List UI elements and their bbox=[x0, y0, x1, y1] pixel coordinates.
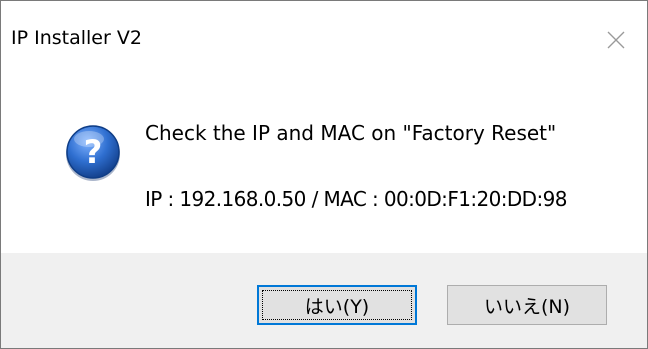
button-bar: はい(Y) いいえ(N) bbox=[1, 253, 647, 348]
close-icon bbox=[607, 31, 625, 49]
dialog-content: ? Check the IP and MAC on "Factory Reset… bbox=[1, 83, 647, 253]
yes-button[interactable]: はい(Y) bbox=[257, 285, 417, 325]
close-button[interactable] bbox=[585, 1, 647, 83]
message-text: Check the IP and MAC on "Factory Reset" bbox=[145, 121, 557, 145]
ip-mac-text: IP : 192.168.0.50 / MAC : 00:0D:F1:20:DD… bbox=[145, 187, 567, 211]
no-button-label: いいえ(N) bbox=[483, 295, 571, 318]
title-bar[interactable]: IP Installer V2 bbox=[1, 1, 647, 83]
svg-text:?: ? bbox=[84, 133, 103, 171]
no-button[interactable]: いいえ(N) bbox=[447, 285, 607, 325]
message-dialog: IP Installer V2 ? Check the IP and MAC o… bbox=[0, 0, 648, 349]
question-icon: ? bbox=[66, 125, 120, 181]
yes-button-label: はい(Y) bbox=[304, 295, 370, 318]
window-title: IP Installer V2 bbox=[11, 27, 142, 49]
